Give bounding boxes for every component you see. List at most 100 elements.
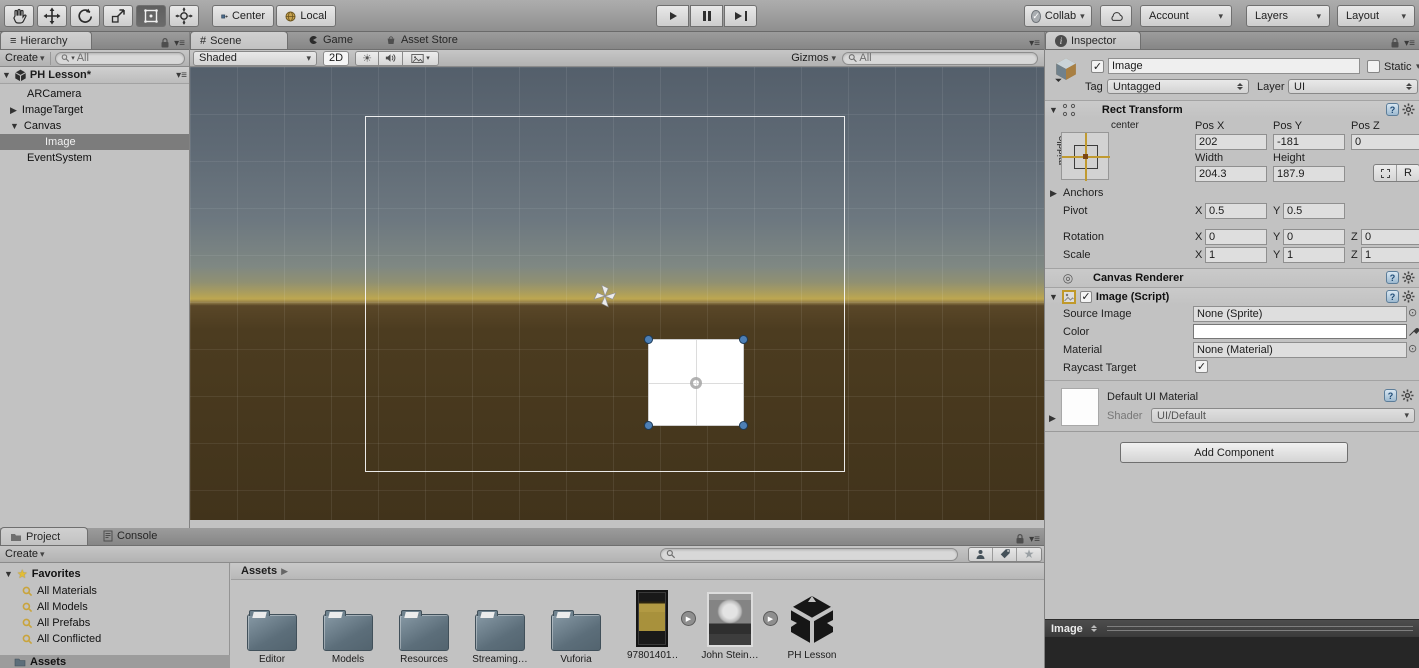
hierarchy-item-eventsystem[interactable]: EventSystem xyxy=(0,150,189,166)
pivot-mode-button[interactable]: Center xyxy=(212,5,274,27)
hierarchy-search-input[interactable] xyxy=(77,53,179,64)
asset-folder-resources[interactable]: Resources xyxy=(391,589,457,665)
favorites-filter-button[interactable]: ★ xyxy=(1017,548,1041,561)
selected-ui-image[interactable] xyxy=(648,339,744,426)
audio-toggle-button[interactable] xyxy=(379,51,403,66)
raycast-target-checkbox[interactable] xyxy=(1195,360,1208,373)
anchor-gizmo-icon[interactable] xyxy=(593,284,617,308)
object-picker-icon[interactable]: ⊙ xyxy=(1408,306,1417,319)
asset-expand-button[interactable]: ▶ xyxy=(681,611,696,626)
rotation-z-field[interactable] xyxy=(1361,229,1419,245)
search-filter-arrow-icon[interactable]: ▾ xyxy=(71,54,75,62)
asset-folder-editor[interactable]: Editor xyxy=(239,589,305,665)
search-by-label-button[interactable] xyxy=(993,548,1017,561)
material-field[interactable]: None (Material) xyxy=(1193,342,1407,358)
panel-menu-icon[interactable]: ▾≡ xyxy=(1404,38,1415,49)
component-enabled-checkbox[interactable] xyxy=(1080,291,1092,303)
anchor-preset-widget[interactable] xyxy=(1061,132,1109,180)
rotate-tool-button[interactable] xyxy=(70,5,100,27)
add-component-button[interactable]: Add Component xyxy=(1120,442,1348,463)
tab-scene[interactable]: # Scene xyxy=(190,31,288,49)
2d-toggle-button[interactable]: 2D xyxy=(323,51,349,66)
favorite-all-prefabs[interactable]: All Prefabs xyxy=(22,615,90,631)
corner-handle-br[interactable] xyxy=(739,421,748,430)
hand-tool-button[interactable] xyxy=(4,5,34,27)
pos-y-field[interactable] xyxy=(1273,134,1345,150)
canvas-renderer-header[interactable]: ◎ Canvas Renderer ? xyxy=(1045,268,1419,286)
lock-icon[interactable] xyxy=(160,37,170,49)
hierarchy-item-imagetarget[interactable]: ▶ImageTarget xyxy=(0,102,189,118)
scale-x-field[interactable] xyxy=(1205,247,1267,263)
pivot-x-field[interactable] xyxy=(1205,203,1267,219)
object-picker-icon[interactable]: ⊙ xyxy=(1408,342,1417,355)
collab-dropdown[interactable]: ✓ Collab▾ xyxy=(1024,5,1092,27)
gameobject-active-checkbox[interactable] xyxy=(1091,60,1104,73)
lock-icon[interactable] xyxy=(1015,533,1025,545)
tab-project[interactable]: Project xyxy=(0,527,88,545)
corner-handle-tr[interactable] xyxy=(739,335,748,344)
static-checkbox[interactable] xyxy=(1367,60,1380,73)
breadcrumb[interactable]: Assets xyxy=(241,565,277,577)
favorite-all-models[interactable]: All Models xyxy=(22,599,88,615)
tab-inspector[interactable]: i Inspector xyxy=(1045,31,1141,49)
gameobject-name-field[interactable] xyxy=(1108,58,1360,74)
cloud-button[interactable] xyxy=(1100,5,1132,27)
shading-mode-dropdown[interactable]: Shaded▾ xyxy=(193,51,317,66)
asset-expand-button[interactable]: ▶ xyxy=(763,611,778,626)
color-swatch-field[interactable] xyxy=(1193,324,1407,339)
rect-transform-header[interactable]: ▼ Rect Transform ? xyxy=(1045,100,1419,118)
gizmos-dropdown[interactable]: Gizmos▾ xyxy=(791,52,836,64)
tab-console[interactable]: Console xyxy=(94,527,166,545)
lock-icon[interactable] xyxy=(1390,37,1400,49)
scale-z-field[interactable] xyxy=(1361,247,1419,263)
search-by-type-button[interactable] xyxy=(969,548,993,561)
scene-search-input[interactable] xyxy=(859,53,1032,64)
raw-edit-button[interactable]: R xyxy=(1397,165,1419,181)
gear-icon[interactable] xyxy=(1401,389,1414,402)
step-button[interactable] xyxy=(724,5,757,27)
blueprint-mode-button[interactable] xyxy=(1374,165,1397,181)
hierarchy-item-arcamera[interactable]: ARCamera xyxy=(0,86,189,102)
scene-panel-menu-icon[interactable]: ▾≡ xyxy=(1029,38,1040,49)
anchors-foldout-icon[interactable]: ▶ xyxy=(1050,188,1057,199)
scene-foldout-icon[interactable]: ▼ xyxy=(2,70,11,80)
project-search-input[interactable] xyxy=(678,549,952,560)
rotation-y-field[interactable] xyxy=(1283,229,1345,245)
image-script-header[interactable]: ▼ Image (Script) ? xyxy=(1045,287,1419,305)
rect-tool-button[interactable] xyxy=(136,5,166,27)
foldout-expanded-icon[interactable]: ▼ xyxy=(10,121,19,131)
gameobject-cube-icon[interactable] xyxy=(1053,56,1079,82)
foldout-collapsed-icon[interactable]: ▶ xyxy=(10,105,17,116)
pivot-handle[interactable] xyxy=(690,377,702,389)
space-mode-button[interactable]: Local xyxy=(276,5,336,27)
pos-x-field[interactable] xyxy=(1195,134,1267,150)
project-create-button[interactable]: Create▾ xyxy=(0,548,50,560)
favorite-all-materials[interactable]: All Materials xyxy=(22,583,97,599)
tab-game[interactable]: Game xyxy=(298,31,362,49)
source-image-field[interactable]: None (Sprite) xyxy=(1193,306,1407,322)
assets-root-row[interactable]: Assets xyxy=(0,655,230,668)
panel-menu-icon[interactable]: ▾≡ xyxy=(1029,534,1040,545)
material-foldout-icon[interactable]: ▶ xyxy=(1049,413,1056,424)
asset-scene-ph-lesson[interactable]: PH Lesson xyxy=(779,585,845,661)
panel-menu-icon[interactable]: ▾≡ xyxy=(174,38,185,49)
help-icon[interactable]: ? xyxy=(1386,271,1399,284)
shader-dropdown[interactable]: UI/Default ▾ xyxy=(1151,408,1415,423)
foldout-expanded-icon[interactable]: ▼ xyxy=(1049,105,1058,115)
height-field[interactable] xyxy=(1273,166,1345,182)
preview-header[interactable]: Image xyxy=(1045,619,1419,637)
pause-button[interactable] xyxy=(690,5,723,27)
corner-handle-tl[interactable] xyxy=(644,335,653,344)
layers-dropdown[interactable]: Layers▾ xyxy=(1246,5,1330,27)
asset-texture-book[interactable]: 97801401… xyxy=(627,585,677,661)
pos-z-field[interactable] xyxy=(1351,134,1419,150)
asset-folder-models[interactable]: Models xyxy=(315,589,381,665)
material-swatch[interactable] xyxy=(1061,388,1099,426)
width-field[interactable] xyxy=(1195,166,1267,182)
lighting-toggle-button[interactable]: ☀ xyxy=(355,51,379,66)
gear-icon[interactable] xyxy=(1402,103,1415,116)
help-icon[interactable]: ? xyxy=(1386,290,1399,303)
tag-dropdown[interactable]: Untagged xyxy=(1107,79,1249,94)
transform-tool-button[interactable] xyxy=(169,5,199,27)
asset-texture-portrait[interactable]: John Stein… xyxy=(701,585,759,661)
